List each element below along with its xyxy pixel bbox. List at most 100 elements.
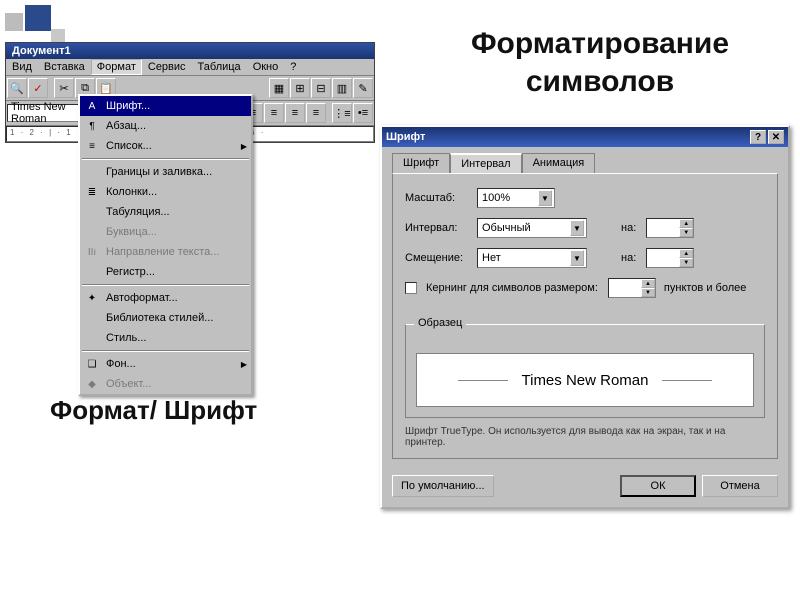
dialog-button-row: По умолчанию... ОК Отмена: [382, 469, 788, 507]
numbering-icon[interactable]: ⋮≡: [332, 103, 352, 123]
title-line1: Форматирование: [471, 27, 729, 60]
kerning-label: Кернинг для символов размером:: [426, 282, 598, 294]
font-type-hint: Шрифт TrueType. Он используется для выво…: [405, 426, 765, 448]
columns-icon: ≣: [84, 185, 100, 199]
menu-item-style[interactable]: Стиль...: [80, 328, 251, 348]
menu-item-object: ◆ Объект...: [80, 374, 251, 394]
menu-item-case[interactable]: Регистр...: [80, 262, 251, 282]
menu-help[interactable]: ?: [284, 59, 302, 75]
menu-view[interactable]: Вид: [6, 59, 38, 75]
spacing-by-label: на:: [621, 222, 636, 234]
spin-up-icon[interactable]: ▲: [641, 279, 655, 288]
font-dialog: Шрифт ? ✕ Шрифт Интервал Анимация Масшта…: [380, 125, 790, 509]
menu-window[interactable]: Окно: [247, 59, 285, 75]
insert-table-icon[interactable]: ⊞: [290, 78, 310, 98]
dialog-title: Шрифт: [386, 131, 748, 143]
tables-borders-icon[interactable]: ▦: [269, 78, 289, 98]
scale-label: Масштаб:: [405, 192, 467, 204]
help-button[interactable]: ?: [750, 130, 766, 144]
dropdown-arrow-icon: ▼: [570, 220, 584, 236]
slide-title: Форматирование символов: [420, 25, 780, 100]
menu-format[interactable]: Формат: [91, 59, 142, 75]
tab-panel-spacing: Масштаб: 100% ▼ Интервал: Обычный ▼ на: …: [392, 173, 778, 459]
kerning-size-spinner[interactable]: ▲▼: [608, 278, 656, 298]
object-icon: ◆: [84, 377, 100, 391]
dialog-titlebar: Шрифт ? ✕: [382, 127, 788, 147]
list-icon: ≡: [84, 139, 100, 153]
menu-item-autoformat[interactable]: ✦ Автоформат...: [80, 288, 251, 308]
title-line2: символов: [526, 65, 674, 98]
position-value: Нет: [482, 252, 501, 264]
bullets-icon[interactable]: •≡: [353, 103, 373, 123]
spin-down-icon[interactable]: ▼: [679, 228, 693, 237]
align-center-icon[interactable]: ≡: [264, 103, 284, 123]
menu-service[interactable]: Сервис: [142, 59, 192, 75]
close-button[interactable]: ✕: [768, 130, 784, 144]
spin-down-icon[interactable]: ▼: [679, 258, 693, 267]
submenu-arrow-icon: ▶: [241, 360, 247, 369]
spacing-label: Интервал:: [405, 222, 467, 234]
kerning-checkbox[interactable]: [405, 282, 417, 294]
menu-item-background[interactable]: ❏ Фон... ▶: [80, 354, 251, 374]
menu-item-list[interactable]: ≡ Список... ▶: [80, 136, 251, 156]
sample-legend: Образец: [414, 317, 466, 329]
sample-group: Образец Times New Roman: [405, 324, 765, 418]
paragraph-icon: ¶: [84, 119, 100, 133]
spin-down-icon[interactable]: ▼: [641, 288, 655, 297]
dialog-tabs: Шрифт Интервал Анимация: [392, 153, 778, 173]
menu-item-columns[interactable]: ≣ Колонки...: [80, 182, 251, 202]
dropdown-arrow-icon: ▼: [538, 190, 552, 206]
spacing-by-spinner[interactable]: ▲▼: [646, 218, 694, 238]
position-combo[interactable]: Нет ▼: [477, 248, 587, 268]
text-direction-icon: IIı: [84, 245, 100, 259]
menu-item-text-direction: IIı Направление текста...: [80, 242, 251, 262]
format-menu-dropdown: A Шрифт... ¶ Абзац... ≡ Список... ▶ Гран…: [78, 94, 253, 396]
submenu-arrow-icon: ▶: [241, 142, 247, 151]
align-justify-icon[interactable]: ≡: [306, 103, 326, 123]
tab-font[interactable]: Шрифт: [392, 153, 450, 173]
menu-table[interactable]: Таблица: [192, 59, 247, 75]
align-right-icon[interactable]: ≡: [285, 103, 305, 123]
spacing-combo[interactable]: Обычный ▼: [477, 218, 587, 238]
spin-up-icon[interactable]: ▲: [679, 249, 693, 258]
menu-separator: [82, 284, 249, 286]
spin-up-icon[interactable]: ▲: [679, 219, 693, 228]
app-menubar[interactable]: Вид Вставка Формат Сервис Таблица Окно ?: [6, 59, 374, 76]
spelling-icon[interactable]: ✓: [28, 78, 48, 98]
sample-text: Times New Roman: [522, 372, 649, 389]
menu-separator: [82, 158, 249, 160]
menu-item-borders[interactable]: Границы и заливка...: [80, 162, 251, 182]
scale-value: 100%: [482, 192, 510, 204]
autoformat-icon: ✦: [84, 291, 100, 305]
menu-insert[interactable]: Вставка: [38, 59, 91, 75]
cancel-button[interactable]: Отмена: [702, 475, 778, 497]
menu-item-tabs[interactable]: Табуляция...: [80, 202, 251, 222]
kerning-suffix: пунктов и более: [664, 282, 746, 294]
position-by-label: на:: [621, 252, 636, 264]
menu-separator: [82, 350, 249, 352]
default-button[interactable]: По умолчанию...: [392, 475, 494, 497]
scale-combo[interactable]: 100% ▼: [477, 188, 555, 208]
columns-tb-icon[interactable]: ▥: [332, 78, 352, 98]
menu-item-font[interactable]: A Шрифт...: [80, 96, 251, 116]
drawing-icon[interactable]: ✎: [353, 78, 373, 98]
menu-path-label: Формат/ Шрифт: [50, 395, 257, 426]
ok-button[interactable]: ОК: [620, 475, 696, 497]
position-by-spinner[interactable]: ▲▼: [646, 248, 694, 268]
sample-preview: Times New Roman: [416, 353, 754, 407]
app-titlebar: Документ1: [6, 43, 374, 59]
cut-icon[interactable]: ✂: [54, 78, 74, 98]
standard-toolbar: 🔍 ✓ ✂ ⧉ 📋 A Шрифт... ¶ Абзац... ≡ Список…: [6, 76, 374, 101]
menu-item-paragraph[interactable]: ¶ Абзац...: [80, 116, 251, 136]
dropdown-arrow-icon: ▼: [570, 250, 584, 266]
menu-item-dropcap: Буквица...: [80, 222, 251, 242]
tab-animation[interactable]: Анимация: [522, 153, 596, 173]
excel-icon[interactable]: ⊟: [311, 78, 331, 98]
font-icon: A: [84, 99, 100, 113]
print-preview-icon[interactable]: 🔍: [7, 78, 27, 98]
background-icon: ❏: [84, 357, 100, 371]
spacing-value: Обычный: [482, 222, 531, 234]
document-title: Документ1: [12, 45, 71, 57]
tab-spacing[interactable]: Интервал: [450, 153, 521, 173]
menu-item-style-library[interactable]: Библиотека стилей...: [80, 308, 251, 328]
